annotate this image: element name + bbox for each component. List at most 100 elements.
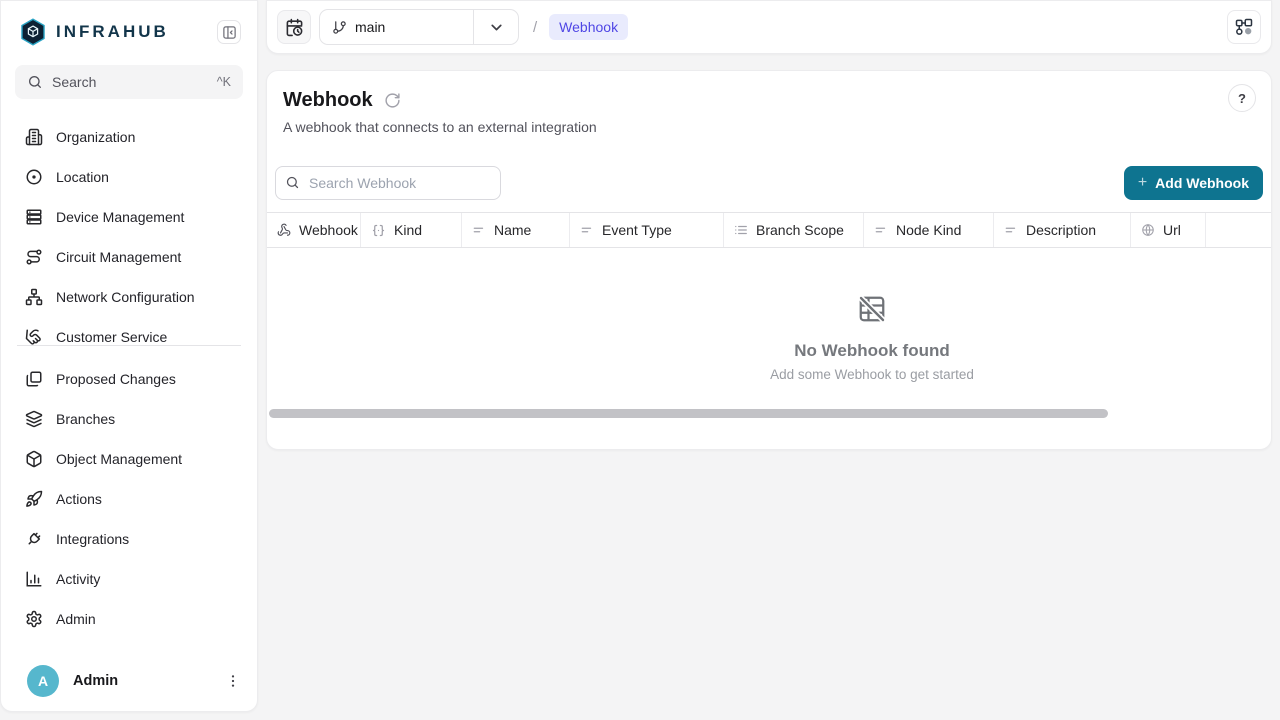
sidebar-item-label: Circuit Management [56, 249, 181, 265]
branch-selector-value: main [320, 19, 473, 35]
column-label: Description [1026, 222, 1096, 238]
sidebar-search[interactable]: Search ^K [15, 65, 243, 99]
sidebar-item-label: Network Configuration [56, 289, 195, 305]
sidebar-item-label: Device Management [56, 209, 184, 225]
sidebar: INFRAHUB Search ^K Organization [0, 0, 258, 712]
horizontal-scrollbar[interactable] [269, 409, 1269, 419]
network-icon [25, 288, 43, 306]
schema-icon [1234, 17, 1254, 37]
copy-icon [25, 370, 43, 388]
sidebar-nav-system: Proposed Changes Branches Object Managem… [1, 346, 257, 639]
panel-collapse-icon [222, 25, 237, 40]
empty-state-title: No Webhook found [267, 341, 1272, 361]
sidebar-item-admin[interactable]: Admin [1, 599, 257, 639]
webhook-table: Webhook Kind Name Event T [267, 212, 1271, 424]
building-icon [25, 128, 43, 146]
text-icon [874, 223, 888, 237]
breadcrumb-current[interactable]: Webhook [549, 14, 628, 40]
user-name: Admin [73, 673, 118, 689]
avatar: A [27, 665, 59, 697]
globe-icon [1141, 223, 1155, 237]
branch-dropdown-toggle[interactable] [474, 19, 518, 36]
sidebar-search-placeholder: Search [52, 74, 96, 90]
column-label: Webhook [299, 222, 358, 238]
server-icon [25, 208, 43, 226]
column-label: Node Kind [896, 222, 961, 238]
logo-row: INFRAHUB [1, 1, 257, 57]
user-menu-kebab-icon[interactable] [223, 671, 243, 691]
sidebar-item-proposed-changes[interactable]: Proposed Changes [1, 359, 257, 399]
sidebar-item-label: Branches [56, 411, 115, 427]
topbar: main / Webhook [266, 0, 1272, 54]
text-icon [1004, 223, 1018, 237]
add-webhook-button[interactable]: + Add Webhook [1124, 166, 1263, 200]
brand-name: INFRAHUB [56, 22, 169, 42]
sidebar-item-label: Customer Service [56, 329, 167, 345]
column-header-name[interactable]: Name [462, 213, 570, 247]
circle-dot-icon [25, 168, 43, 186]
sidebar-item-circuit-management[interactable]: Circuit Management [1, 237, 257, 277]
column-header-filler [1206, 213, 1272, 247]
sidebar-item-actions[interactable]: Actions [1, 479, 257, 519]
sidebar-item-label: Actions [56, 491, 102, 507]
column-header-branch-scope[interactable]: Branch Scope [724, 213, 864, 247]
time-travel-button[interactable] [277, 10, 311, 44]
infrahub-logo-icon [18, 17, 48, 47]
sidebar-item-integrations[interactable]: Integrations [1, 519, 257, 559]
column-header-webhook[interactable]: Webhook [267, 213, 361, 247]
sidebar-item-object-management[interactable]: Object Management [1, 439, 257, 479]
column-label: Event Type [602, 222, 672, 238]
sidebar-item-label: Integrations [56, 531, 129, 547]
box-icon [25, 450, 43, 468]
text-icon [472, 223, 486, 237]
webhook-icon [277, 223, 291, 237]
sidebar-item-customer-service[interactable]: Customer Service [1, 317, 257, 345]
scrollbar-thumb[interactable] [269, 409, 1108, 418]
list-icon [734, 223, 748, 237]
search-webhook-input[interactable] [275, 166, 501, 200]
empty-state: No Webhook found Add some Webhook to get… [267, 294, 1272, 382]
add-webhook-label: Add Webhook [1155, 175, 1249, 191]
sidebar-item-location[interactable]: Location [1, 157, 257, 197]
column-header-url[interactable]: Url [1131, 213, 1206, 247]
refresh-button[interactable] [384, 92, 401, 109]
column-header-node-kind[interactable]: Node Kind [864, 213, 994, 247]
toolbar: + Add Webhook [267, 166, 1271, 200]
column-header-kind[interactable]: Kind [361, 213, 462, 247]
user-menu[interactable]: A Admin [1, 665, 257, 697]
braces-icon [371, 223, 386, 238]
sidebar-collapse-button[interactable] [217, 20, 241, 44]
sidebar-item-label: Organization [56, 129, 135, 145]
sidebar-nav-objects: Organization Location Device Management [1, 99, 257, 345]
sidebar-item-branches[interactable]: Branches [1, 399, 257, 439]
chevron-down-icon [488, 19, 505, 36]
sidebar-item-organization[interactable]: Organization [1, 117, 257, 157]
column-label: Name [494, 222, 531, 238]
text-icon [580, 223, 594, 237]
rocket-icon [25, 490, 43, 508]
layers-icon [25, 410, 43, 428]
search-icon [27, 74, 43, 90]
sidebar-item-label: Proposed Changes [56, 371, 176, 387]
table-header-row: Webhook Kind Name Event T [267, 212, 1272, 248]
route-icon [25, 248, 43, 266]
column-label: Kind [394, 222, 422, 238]
column-label: Url [1163, 222, 1181, 238]
sidebar-item-label: Location [56, 169, 109, 185]
branch-selector[interactable]: main [319, 9, 519, 45]
sidebar-item-device-management[interactable]: Device Management [1, 197, 257, 237]
calendar-clock-icon [285, 18, 304, 37]
schema-visualizer-button[interactable] [1227, 10, 1261, 44]
branch-name: main [355, 19, 385, 35]
search-icon [285, 175, 300, 190]
refresh-icon [384, 92, 401, 109]
plus-icon: + [1138, 174, 1147, 192]
column-header-event-type[interactable]: Event Type [570, 213, 724, 247]
sidebar-item-network-configuration[interactable]: Network Configuration [1, 277, 257, 317]
help-button[interactable]: ? [1228, 84, 1256, 112]
sidebar-item-activity[interactable]: Activity [1, 559, 257, 599]
gear-icon [25, 610, 43, 628]
page-header: Webhook A webhook that connects to an ex… [267, 71, 1271, 137]
column-header-description[interactable]: Description [994, 213, 1131, 247]
plug-icon [25, 530, 43, 548]
